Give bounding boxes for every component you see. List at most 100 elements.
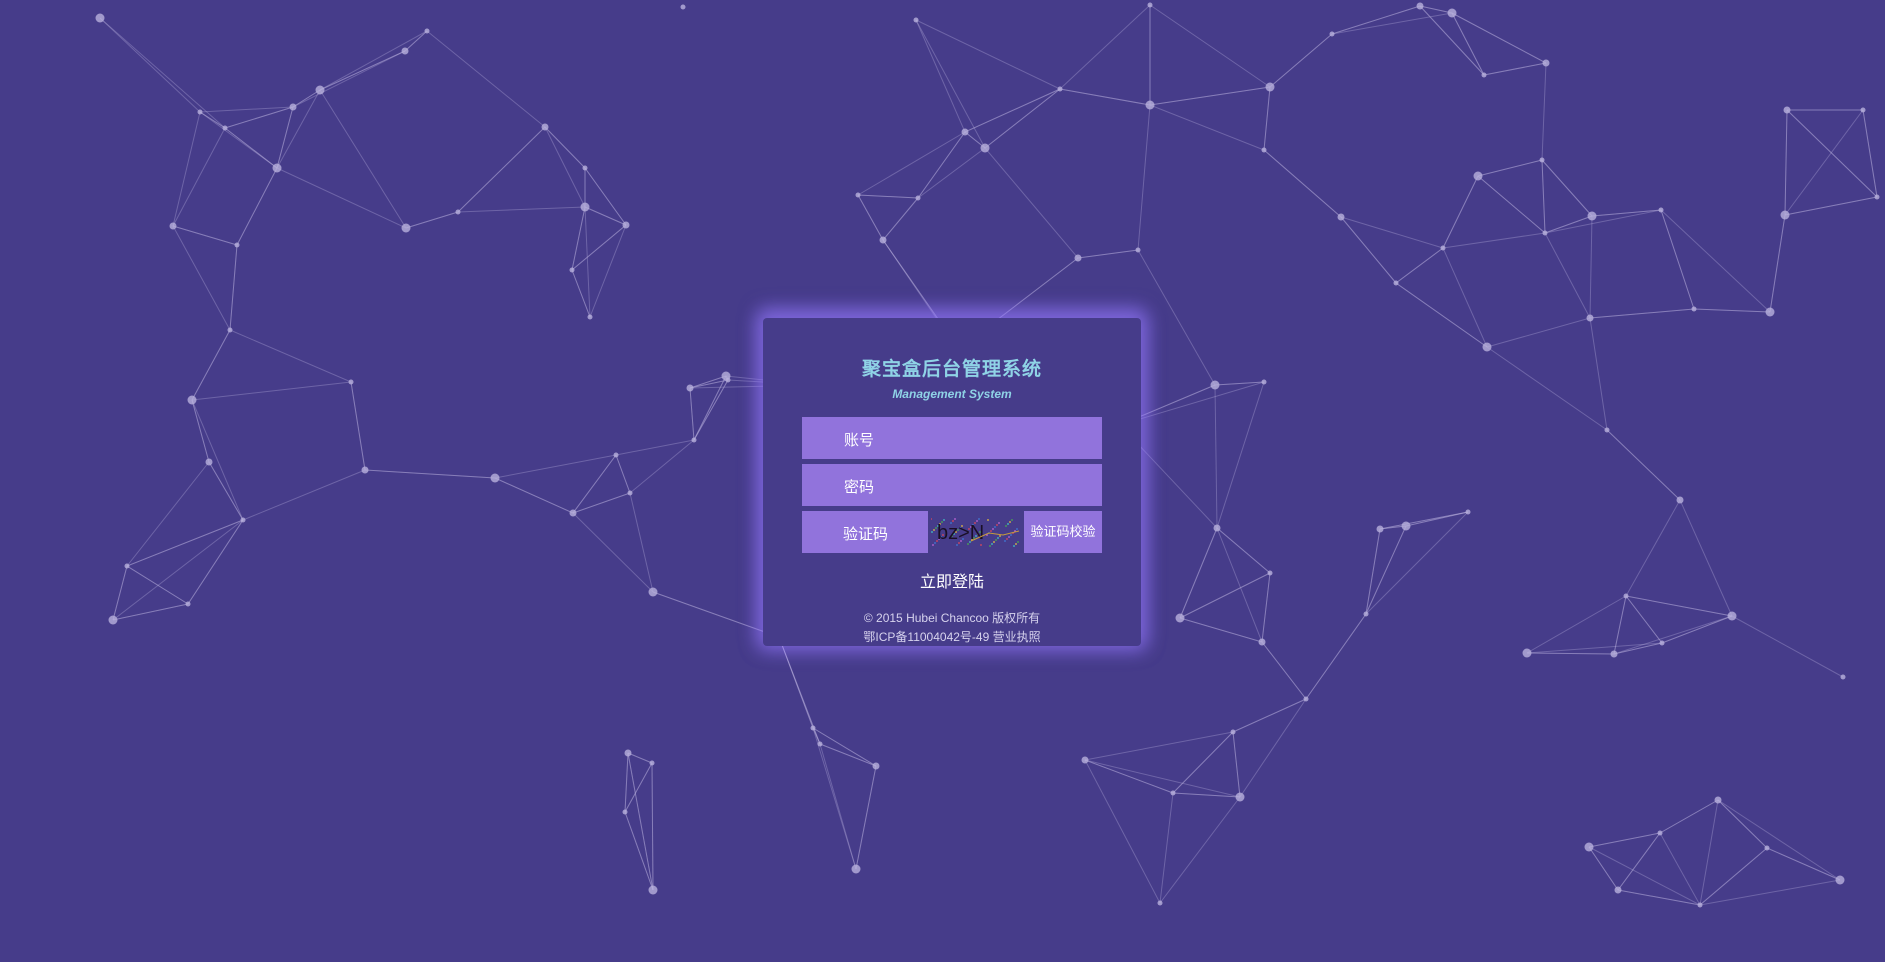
network-line <box>1617 889 1701 906</box>
network-node <box>348 379 354 385</box>
verify-captcha-button[interactable]: 验证码校验 <box>1024 511 1102 553</box>
network-line <box>1625 595 1663 644</box>
icp-license-link[interactable]: 鄂ICP备11004042号-49 营业执照 <box>763 628 1141 645</box>
network-node <box>569 267 575 273</box>
password-input[interactable]: 密码 <box>802 464 1102 506</box>
network-line <box>364 469 496 479</box>
network-node <box>648 587 658 597</box>
network-node <box>240 517 246 523</box>
network-line <box>1232 731 1241 798</box>
network-line <box>1660 209 1771 313</box>
network-node <box>582 165 588 171</box>
network-node <box>1522 648 1532 658</box>
login-button[interactable]: 立即登陆 <box>763 568 1141 592</box>
network-line <box>191 381 352 401</box>
network-node <box>1840 674 1846 680</box>
network-line <box>191 329 231 401</box>
network-node <box>649 760 655 766</box>
network-line <box>624 811 654 891</box>
network-node <box>401 47 409 55</box>
network-line <box>1340 216 1397 284</box>
network-line <box>1483 62 1547 76</box>
network-line <box>172 225 231 331</box>
network-node <box>124 563 130 569</box>
network-line <box>1365 528 1381 615</box>
network-node <box>1175 613 1185 623</box>
network-line <box>1786 109 1878 198</box>
network-line <box>615 454 631 494</box>
network-line <box>319 30 428 91</box>
network-node <box>1447 8 1457 18</box>
network-node <box>401 223 411 233</box>
network-line <box>1216 527 1263 643</box>
network-line <box>1442 232 1546 249</box>
network-line <box>915 19 1061 90</box>
network-line <box>652 591 780 638</box>
network-node <box>1542 59 1550 67</box>
network-line <box>1084 759 1174 794</box>
network-line <box>1137 249 1216 386</box>
network-line <box>882 197 919 241</box>
network-line <box>1179 527 1218 619</box>
network-node <box>1473 171 1483 181</box>
network-node <box>1170 790 1176 796</box>
network-line <box>1588 832 1661 848</box>
network-line <box>917 131 966 199</box>
network-node <box>1363 611 1369 617</box>
network-line <box>857 194 919 199</box>
network-node <box>1265 82 1275 92</box>
network-line <box>1269 33 1333 88</box>
account-input[interactable]: 账号 <box>802 417 1102 459</box>
network-node <box>95 13 105 23</box>
network-line <box>819 743 877 767</box>
network-node <box>1659 640 1665 646</box>
network-node <box>613 452 619 458</box>
network-node <box>1465 509 1471 515</box>
network-line <box>457 126 546 213</box>
network-line <box>1588 846 1619 891</box>
network-line <box>693 379 729 441</box>
network-line <box>627 752 654 891</box>
network-line <box>629 492 654 593</box>
network-node <box>289 103 297 111</box>
network-line <box>1149 86 1271 106</box>
network-line <box>1679 499 1733 617</box>
network-line <box>1149 4 1271 88</box>
app-title: 聚宝盒后台管理系统 <box>861 358 1042 380</box>
network-line <box>1541 62 1547 161</box>
network-line <box>964 88 1061 133</box>
network-node <box>721 371 731 381</box>
network-line <box>1179 572 1271 619</box>
network-node <box>980 143 990 153</box>
network-node <box>187 395 197 405</box>
network-line <box>1693 308 1771 313</box>
network-node <box>1261 147 1267 153</box>
network-node <box>622 809 628 815</box>
network-line <box>689 387 695 441</box>
network-line <box>915 19 986 149</box>
network-line <box>544 126 586 208</box>
network-line <box>1340 216 1444 249</box>
network-line <box>1731 615 1844 678</box>
network-line <box>1717 799 1768 849</box>
network-node <box>680 4 686 10</box>
network-line <box>405 211 459 229</box>
network-line <box>112 603 189 621</box>
network-node <box>648 885 658 895</box>
network-line <box>589 224 627 318</box>
network-line <box>1541 159 1593 217</box>
network-node <box>205 458 213 466</box>
network-node <box>810 725 816 731</box>
network-node <box>1081 756 1089 764</box>
network-line <box>1331 5 1421 35</box>
network-node <box>1584 842 1594 852</box>
captcha-input[interactable]: 验证码 <box>802 511 928 553</box>
network-line <box>857 131 966 196</box>
network-node <box>169 222 177 230</box>
network-line <box>1451 12 1485 76</box>
network-node <box>1691 306 1697 312</box>
network-line <box>1784 109 1864 216</box>
network-node <box>1261 379 1267 385</box>
network-line <box>1784 109 1788 216</box>
captcha-image[interactable]: bz>N <box>931 511 1023 553</box>
